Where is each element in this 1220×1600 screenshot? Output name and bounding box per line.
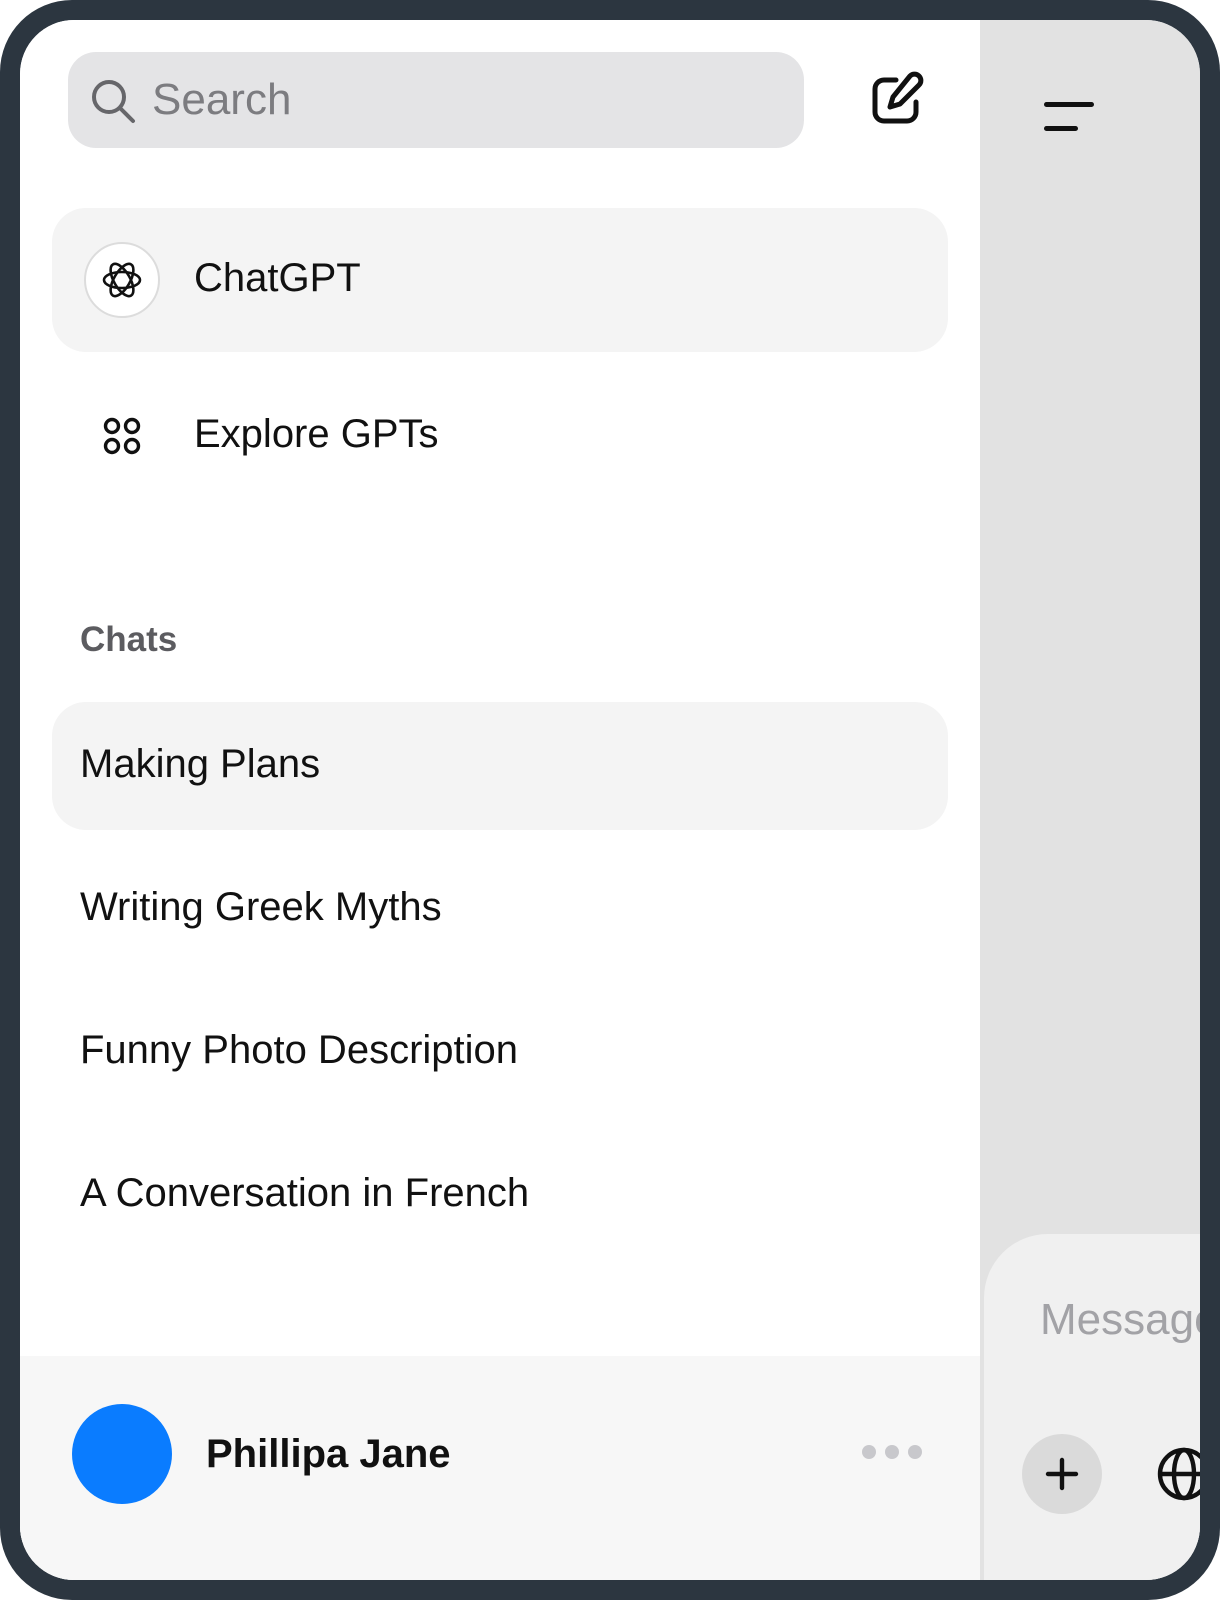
more-horizontal-icon[interactable] (862, 1438, 922, 1466)
nav-label-explore-gpts: Explore GPTs (194, 412, 439, 456)
compose-icon[interactable] (866, 70, 926, 130)
user-bar: Phillipa Jane (20, 1356, 1000, 1580)
chat-item[interactable]: A Conversation in French (52, 1131, 948, 1259)
nav-label-chatgpt: ChatGPT (194, 256, 361, 300)
chat-title: A Conversation in French (80, 1171, 530, 1215)
avatar[interactable] (72, 1404, 172, 1504)
search-input[interactable] (152, 52, 772, 148)
nav-item-chatgpt[interactable]: ChatGPT (52, 208, 948, 352)
message-composer (984, 1234, 1200, 1580)
chat-item[interactable]: Making Plans (52, 702, 948, 830)
plus-icon[interactable] (1022, 1434, 1102, 1514)
chat-title: Writing Greek Myths (80, 885, 442, 929)
chat-title: Funny Photo Description (80, 1028, 519, 1072)
chat-title: Making Plans (80, 742, 321, 786)
chatgpt-logo-icon (84, 242, 160, 318)
chats-heading: Chats (80, 620, 178, 659)
chat-item[interactable]: Funny Photo Description (52, 988, 948, 1116)
search-box[interactable] (68, 52, 804, 148)
screen: ChatGPT Explore GPTs Chats Making Plans (20, 20, 1200, 1580)
grid-icon (103, 417, 141, 455)
message-input[interactable] (1040, 1290, 1200, 1350)
main-pane-overlay[interactable] (980, 20, 1200, 1580)
menu-icon[interactable] (1044, 100, 1100, 134)
user-name[interactable]: Phillipa Jane (206, 1432, 451, 1477)
nav-item-explore-gpts[interactable]: Explore GPTs (52, 376, 948, 496)
chat-item[interactable]: Writing Greek Myths (52, 845, 948, 973)
chat-list: Making Plans Writing Greek Myths Funny P… (52, 702, 948, 1274)
globe-icon[interactable] (1154, 1444, 1200, 1504)
device-frame: ChatGPT Explore GPTs Chats Making Plans (0, 0, 1220, 1600)
sidebar: ChatGPT Explore GPTs Chats Making Plans (20, 20, 1000, 1580)
search-icon (92, 80, 135, 123)
